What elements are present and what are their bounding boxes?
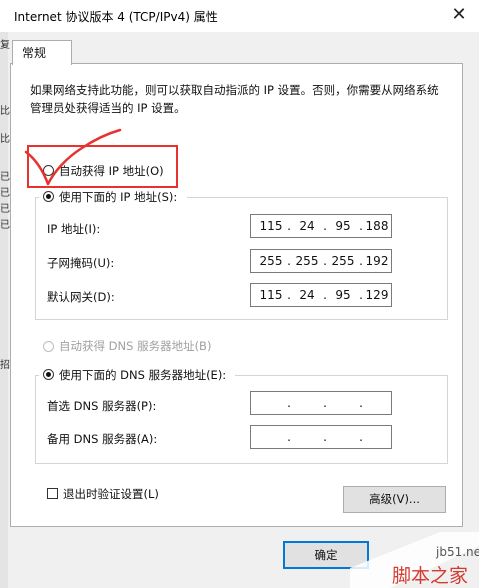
dot: .	[287, 288, 291, 302]
octet: 188	[365, 219, 389, 233]
dot: .	[287, 430, 291, 444]
alternate-dns-label: 备用 DNS 服务器(A):	[47, 432, 158, 446]
gateway-label: 默认网关(D):	[47, 290, 115, 304]
octet: 129	[365, 288, 389, 302]
strip-char: 比	[0, 134, 10, 145]
dot: .	[323, 254, 327, 268]
octet: 255	[259, 254, 283, 268]
dns-auto-radio[interactable]	[43, 341, 54, 352]
octet: 115	[259, 219, 283, 233]
dot: .	[287, 219, 291, 233]
strip-char: 已	[0, 188, 10, 199]
strip-char: 已	[0, 172, 10, 183]
gateway-input[interactable]: 115 . 24 . 95 . 129	[250, 283, 392, 307]
watermark-name: 脚本之家	[392, 565, 468, 587]
dns-manual-label: 使用下面的 DNS 服务器地址(E):	[59, 368, 227, 382]
dot: .	[359, 430, 363, 444]
strip-char: 已	[0, 204, 10, 215]
dns-manual-group	[35, 375, 448, 464]
background-window-strip: 复 比 比 已 已 已 已 招	[0, 32, 10, 588]
dns-manual-radio[interactable]	[43, 369, 54, 380]
close-icon[interactable]: ✕	[447, 4, 471, 28]
strip-char: 比	[0, 106, 10, 117]
octet: 95	[335, 219, 351, 233]
strip-char: 招	[0, 360, 10, 371]
ip-address-label: IP 地址(I):	[47, 222, 101, 236]
subnet-mask-label: 子网掩码(U):	[47, 256, 115, 270]
ip-address-input[interactable]: 115 . 24 . 95 . 188	[250, 214, 392, 238]
dot: .	[287, 254, 291, 268]
subnet-mask-input[interactable]: 255 . 255 . 255 . 192	[250, 249, 392, 273]
dot: .	[287, 396, 291, 410]
octet: 95	[335, 288, 351, 302]
advanced-button[interactable]: 高级(V)...	[343, 486, 446, 513]
octet: 255	[295, 254, 319, 268]
octet: 24	[299, 288, 315, 302]
octet: 115	[259, 288, 283, 302]
octet: 192	[365, 254, 389, 268]
dot: .	[323, 430, 327, 444]
dot: .	[323, 219, 327, 233]
strip-char: 复	[0, 40, 10, 51]
octet: 24	[299, 219, 315, 233]
watermark-site: jb51.net	[435, 545, 479, 559]
dot: .	[359, 396, 363, 410]
preferred-dns-input[interactable]: . . .	[250, 391, 392, 415]
dot: .	[323, 288, 327, 302]
window-title: Internet 协议版本 4 (TCP/IPv4) 属性	[14, 10, 218, 24]
tab-general-label: 常规	[22, 46, 47, 60]
dns-auto-label: 自动获得 DNS 服务器地址(B)	[59, 339, 212, 353]
description-text: 如果网络支持此功能，则可以获取自动指派的 IP 设置。否则，你需要从网络系统管理…	[30, 83, 439, 115]
octet: 255	[331, 254, 355, 268]
checkmark-annotation-icon	[24, 128, 122, 186]
alternate-dns-input[interactable]: . . .	[250, 425, 392, 449]
validate-label: 退出时验证设置(L)	[63, 487, 159, 501]
watermark-logo-icon: jb51.net 脚本之家	[350, 532, 479, 588]
preferred-dns-label: 首选 DNS 服务器(P):	[47, 399, 157, 413]
validate-checkbox[interactable]	[47, 488, 58, 499]
strip-char: 已	[0, 220, 10, 231]
dot: .	[323, 396, 327, 410]
